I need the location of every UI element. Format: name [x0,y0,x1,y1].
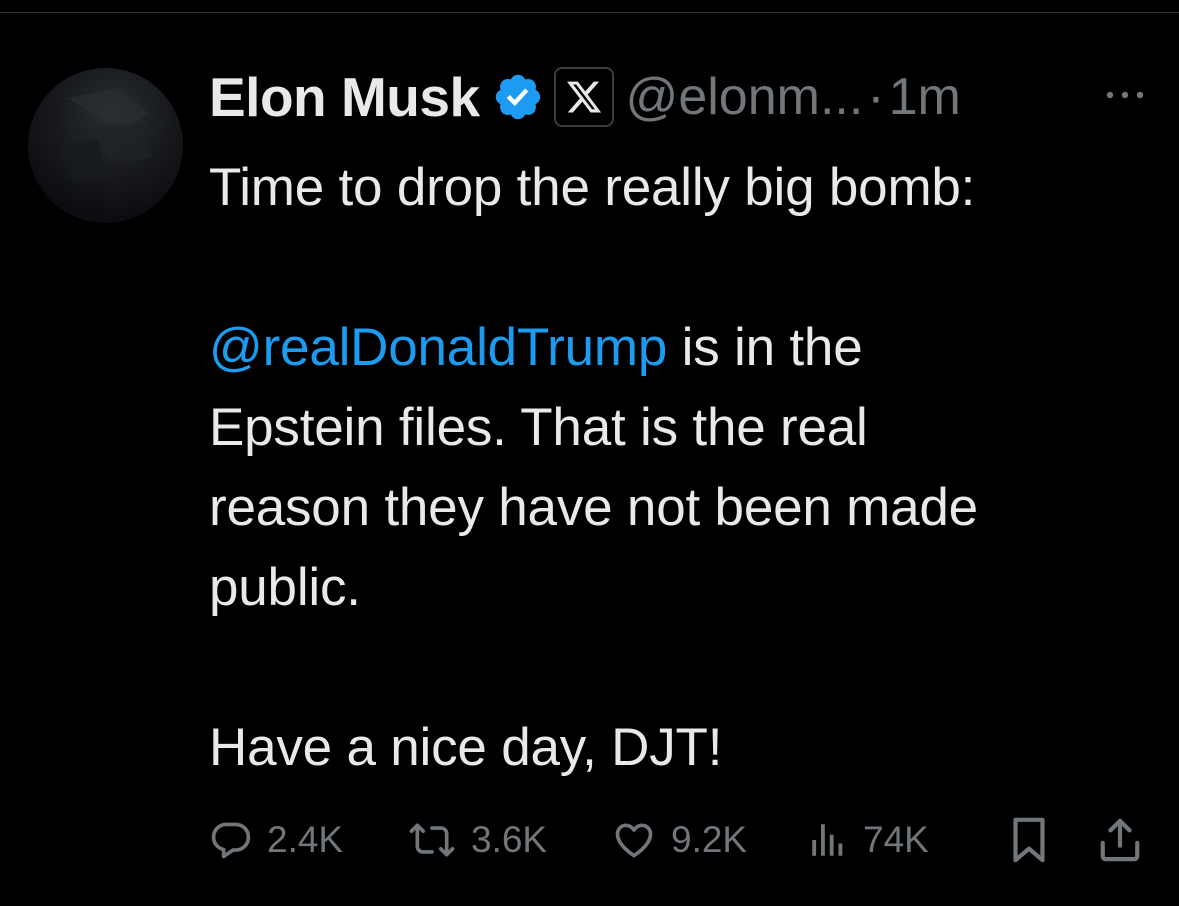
mention-link[interactable]: @realDonaldTrump [209,318,667,377]
repost-icon [409,823,455,857]
avatar-image [58,88,153,183]
post-text-line1: Time to drop the really big bomb: [209,158,976,217]
share-button[interactable] [1097,812,1143,868]
reply-icon [211,822,251,859]
views-button[interactable]: 74K [807,812,929,868]
author-name[interactable]: Elon Musk [209,65,480,129]
more-horizontal-icon[interactable] [1100,80,1150,110]
x-logo-icon [553,67,614,127]
action-bar: 2.4K 3.6K 9.2K 74K [209,812,1159,868]
share-icon [1100,818,1140,862]
reply-button[interactable]: 2.4K [209,812,343,868]
views-icon [812,824,843,856]
post-text: Time to drop the really big bomb: @realD… [209,148,1159,788]
post-text-closing: Have a nice day, DJT! [209,718,723,777]
like-icon [615,823,653,858]
verified-badge-icon[interactable] [492,71,544,123]
avatar[interactable] [28,68,183,223]
separator-dot: · [867,68,885,126]
like-count: 9.2K [671,819,748,860]
reply-count: 2.4K [267,819,344,860]
repost-count: 3.6K [471,819,548,860]
bookmark-icon [1013,817,1045,863]
repost-button[interactable]: 3.6K [407,812,547,868]
author-handle[interactable]: @elonm... [626,67,864,127]
bookmark-button[interactable] [1009,812,1049,868]
post-time[interactable]: 1m [889,67,961,127]
post-header: Elon Musk @elonm... · 1m [209,62,961,132]
views-count: 74K [863,819,929,860]
top-divider [0,12,1179,13]
like-button[interactable]: 9.2K [611,812,747,868]
